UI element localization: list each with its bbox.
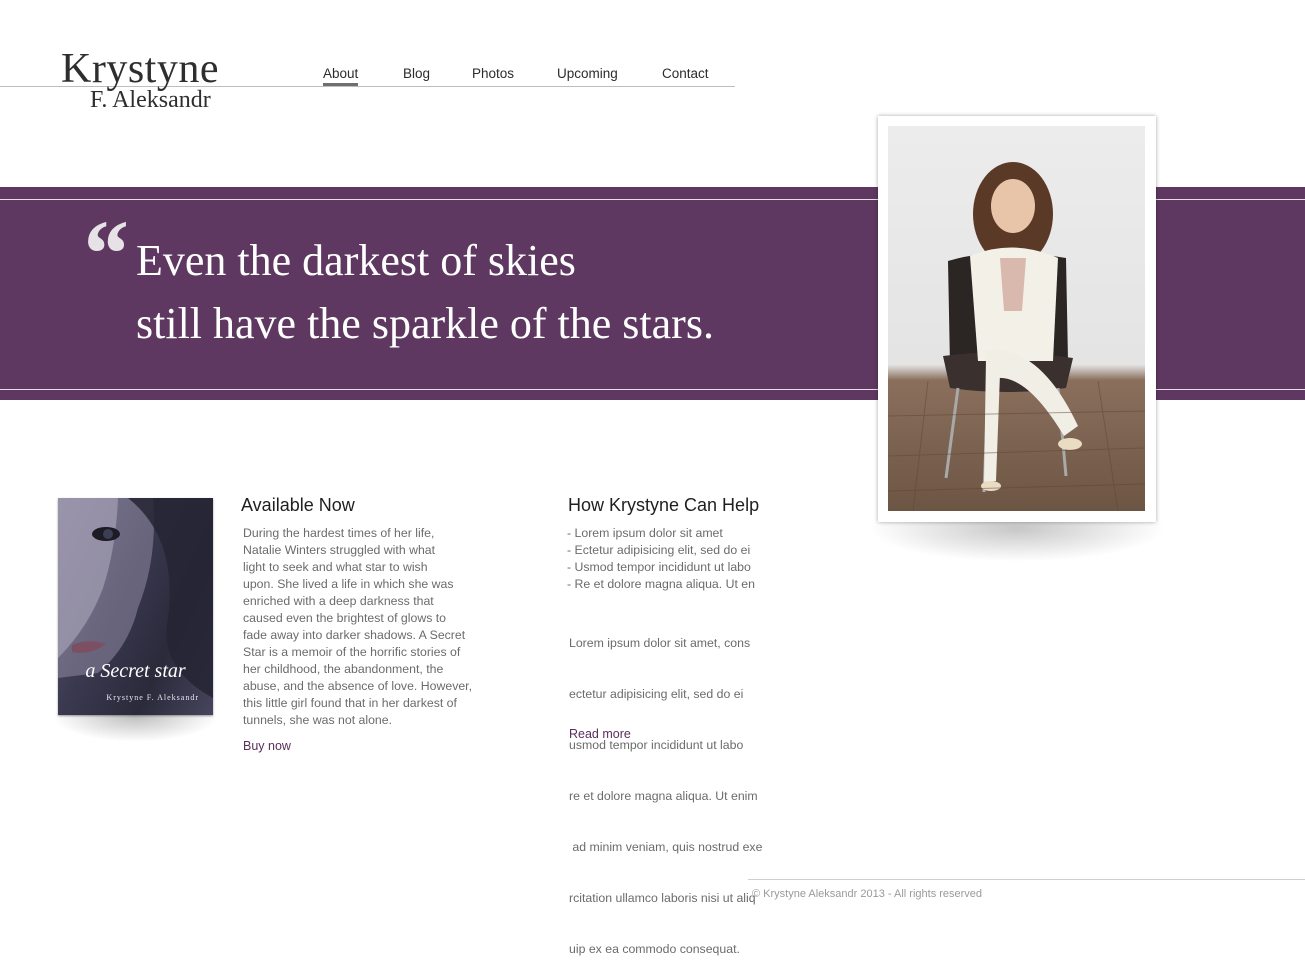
help-text: Lorem ipsum dolor sit amet, cons ectetur… [569, 601, 762, 975]
footer-divider [748, 879, 1305, 880]
available-now-text: During the hardest times of her life, Na… [243, 525, 472, 729]
quote-line-2: still have the sparkle of the stars. [136, 299, 714, 348]
nav-upcoming[interactable]: Upcoming [557, 66, 618, 86]
help-text-line: rcitation ullamco laboris nisi ut aliq [569, 891, 756, 905]
available-text-line: enriched with a deep darkness that [243, 594, 434, 608]
available-text-line: upon. She lived a life in which she was [243, 577, 454, 591]
portrait-illustration [888, 162, 1145, 511]
nav-contact[interactable]: Contact [662, 66, 709, 86]
available-text-line: During the hardest times of her life, [243, 526, 435, 540]
available-text-line: Star is a memoir of the horrific stories… [243, 645, 461, 659]
help-text-line: ad minim veniam, quis nostrud exe [569, 840, 763, 854]
help-text-line: re et dolore magna aliqua. Ut enim [569, 789, 758, 803]
available-text-line: this little girl found that in her darke… [243, 696, 457, 710]
help-bullet-item: - Usmod tempor incididunt ut labo [567, 560, 751, 574]
logo-last-name: F. Aleksandr [90, 87, 211, 113]
read-more-link[interactable]: Read more [569, 727, 631, 741]
quote-mark-icon: “ [79, 200, 127, 307]
portrait-frame [878, 116, 1156, 522]
available-text-line: light to seek and what star to wish [243, 560, 428, 574]
available-text-line: fade away into darker shadows. A Secret [243, 628, 466, 642]
help-text-line: Lorem ipsum dolor sit amet, cons [569, 636, 751, 650]
available-now-heading: Available Now [241, 495, 355, 515]
help-text-line: ectetur adipisicing elit, sed do ei [569, 687, 744, 701]
hero-quote: Even the darkest of skies still have the… [136, 229, 714, 355]
available-text-line: caused even the brightest of glows to [243, 611, 447, 625]
buy-now-link[interactable]: Buy now [243, 739, 291, 753]
how-can-help-heading: How Krystyne Can Help [568, 495, 760, 515]
nav-blog[interactable]: Blog [403, 66, 430, 86]
book-author: Krystyne F. Aleksandr [106, 693, 199, 702]
copyright-text: © Krystyne Aleksandr 2013 - All rights r… [752, 888, 983, 900]
help-bullet-item: - Lorem ipsum dolor sit amet [567, 526, 723, 540]
nav-photos[interactable]: Photos [472, 66, 514, 86]
help-bullet-list: - Lorem ipsum dolor sit amet - Ectetur a… [567, 525, 755, 593]
book-cover-image[interactable]: a Secret star Krystyne F. Aleksandr [58, 498, 213, 715]
logo-first-name: Krystyne [61, 46, 219, 92]
available-text-line: her childhood, the abandonment, the [243, 662, 444, 676]
quote-line-1: Even the darkest of skies [136, 236, 576, 285]
site-logo[interactable]: Krystyne F. Aleksandr [61, 48, 219, 112]
available-text-line: abuse, and the absence of love. However, [243, 679, 473, 693]
available-text-line: Natalie Winters struggled with what [243, 543, 436, 557]
help-text-line: uip ex ea commodo consequat. [569, 942, 740, 956]
book-title: a Secret star [85, 660, 186, 682]
photo-shadow [868, 520, 1166, 562]
nav-about[interactable]: About [323, 66, 359, 86]
book-shadow [52, 712, 219, 742]
portrait-photo [888, 126, 1145, 511]
help-bullet-item: - Re et dolore magna aliqua. Ut en [567, 577, 755, 591]
available-text-line: tunnels, she was not alone. [243, 713, 393, 727]
help-bullet-item: - Ectetur adipisicing elit, sed do ei [567, 543, 751, 557]
